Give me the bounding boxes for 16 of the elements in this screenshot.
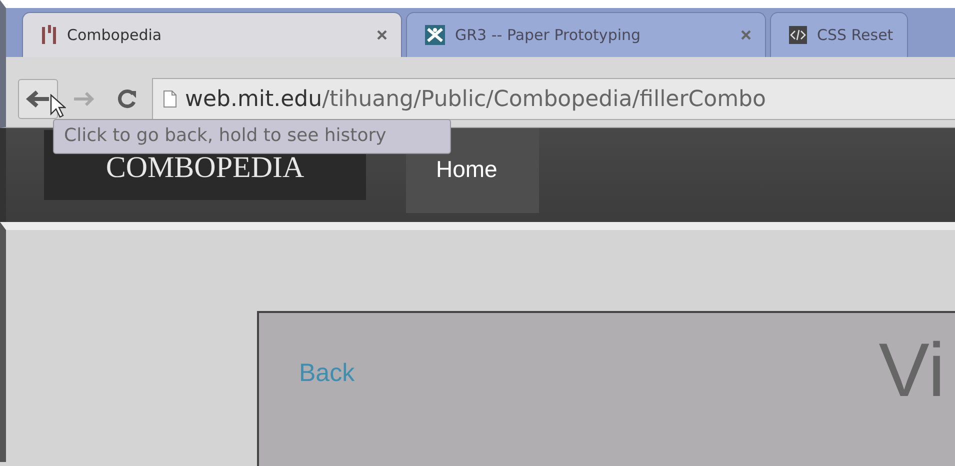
address-bar[interactable]: web.mit.edu/tihuang/Public/Combopedia/fillerCombo bbox=[152, 78, 955, 120]
bars-icon bbox=[41, 25, 57, 45]
back-arrow-icon bbox=[25, 89, 51, 109]
browser-tab[interactable]: Combopedia bbox=[22, 12, 402, 57]
browser-tab[interactable]: GR3 -- Paper Prototyping bbox=[406, 12, 766, 57]
close-icon[interactable] bbox=[377, 30, 387, 40]
page-heading: Vi bbox=[878, 333, 945, 409]
nav-link[interactable]: Home bbox=[406, 128, 539, 213]
page-icon bbox=[163, 90, 177, 108]
browser-tab[interactable]: CSS Reset bbox=[770, 12, 908, 57]
tooltip: Click to go back, hold to see history bbox=[53, 119, 451, 154]
close-icon[interactable] bbox=[741, 30, 751, 40]
reload-icon[interactable] bbox=[116, 88, 138, 110]
mouse-pointer-icon bbox=[50, 94, 66, 118]
code-icon bbox=[789, 26, 807, 44]
figure-icon bbox=[425, 25, 445, 45]
